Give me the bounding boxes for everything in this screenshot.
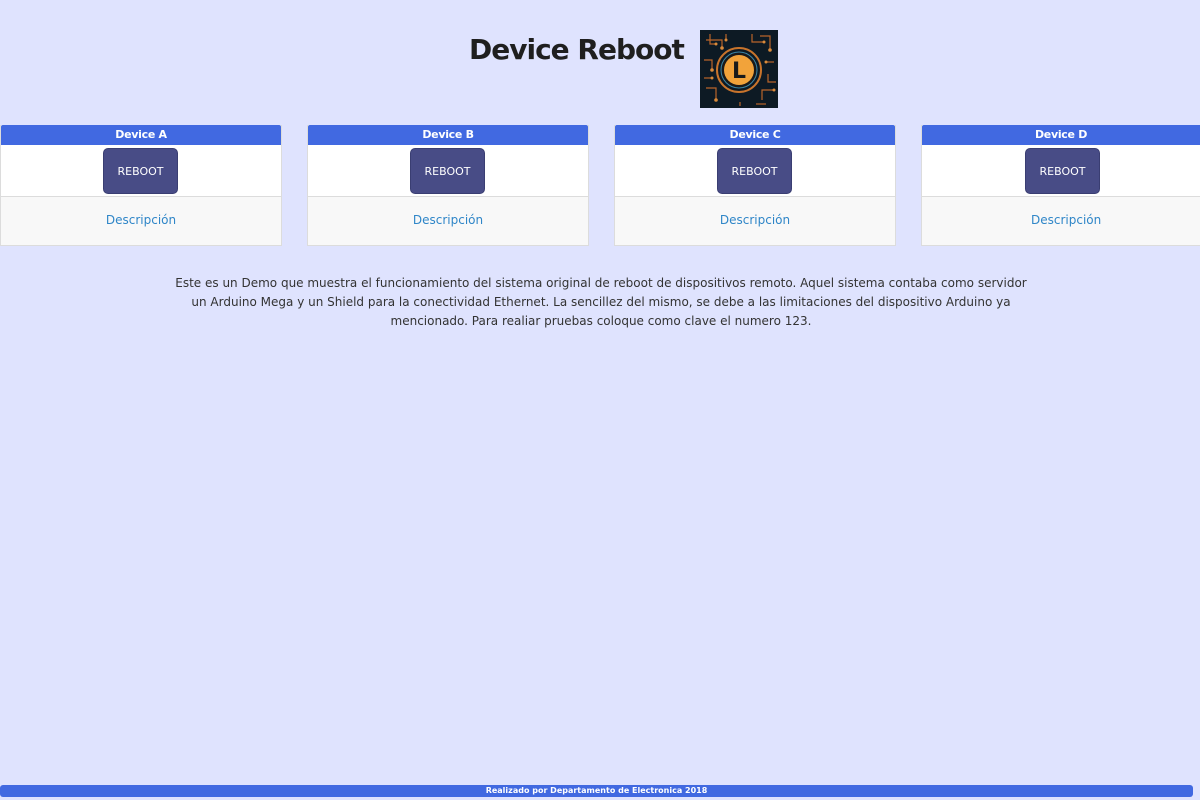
description-link-device-b[interactable]: Descripción (413, 213, 483, 227)
device-card-footer: Descripción (308, 197, 588, 237)
device-card-d: Device D REBOOT Descripción (921, 125, 1200, 246)
device-cards: Device A REBOOT Descripción Device B REB… (0, 125, 1200, 247)
description-link-device-a[interactable]: Descripción (106, 213, 176, 227)
device-name: Device A (1, 125, 281, 145)
device-card-body: REBOOT (922, 145, 1200, 197)
description-link-device-d[interactable]: Descripción (1031, 213, 1101, 227)
description-link-device-c[interactable]: Descripción (720, 213, 790, 227)
circuit-logo-icon: L (700, 30, 778, 108)
device-card-body: REBOOT (1, 145, 281, 197)
reboot-button-device-c[interactable]: REBOOT (717, 148, 792, 194)
device-card-a: Device A REBOOT Descripción (0, 125, 282, 246)
device-name: Device C (615, 125, 895, 145)
device-name: Device D (922, 125, 1200, 145)
device-name: Device B (308, 125, 588, 145)
reboot-button-device-a[interactable]: REBOOT (103, 148, 178, 194)
device-card-footer: Descripción (1, 197, 281, 237)
reboot-button-device-d[interactable]: REBOOT (1025, 148, 1100, 194)
device-card-body: REBOOT (308, 145, 588, 197)
reboot-button-device-b[interactable]: REBOOT (410, 148, 485, 194)
device-card-footer: Descripción (615, 197, 895, 237)
device-card-b: Device B REBOOT Descripción (307, 125, 589, 246)
page: Device Reboot L Device A REBOOT Descripc… (0, 0, 1200, 800)
header: Device Reboot L (0, 0, 1200, 120)
device-card-body: REBOOT (615, 145, 895, 197)
intro-text: Este es un Demo que muestra el funcionam… (175, 276, 1027, 328)
page-title: Device Reboot (469, 33, 685, 66)
footer-bar: Realizado por Departamento de Electronic… (0, 785, 1193, 797)
logo-letter: L (732, 59, 746, 84)
device-card-c: Device C REBOOT Descripción (614, 125, 896, 246)
device-card-footer: Descripción (922, 197, 1200, 237)
